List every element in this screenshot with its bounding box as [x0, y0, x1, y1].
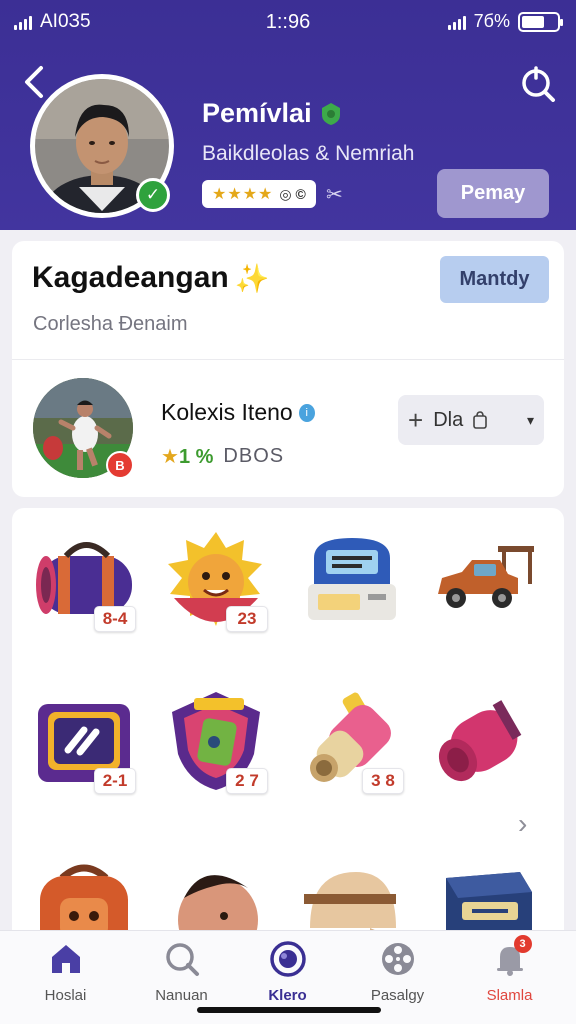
grid-item[interactable]: 23: [164, 528, 268, 632]
bag-icon: [473, 411, 488, 429]
quantity-badge: 8-4: [94, 606, 136, 632]
status-right: 7б%: [447, 11, 563, 32]
notification-badge: 3: [513, 935, 532, 953]
rating-extra: ◎ ©: [279, 185, 306, 202]
quantity-badge: 2 7: [226, 768, 268, 794]
search-icon: [162, 939, 202, 979]
item-name[interactable]: Kolexis Iteno i: [161, 399, 315, 426]
search-icon: [522, 66, 555, 102]
nav-item-search[interactable]: Nanuan: [124, 939, 239, 1009]
wifi-bars-icon: [447, 14, 466, 30]
star-rating: ★★★★: [212, 186, 274, 203]
pay-button[interactable]: Pemay: [437, 169, 549, 218]
trophy-icon: ★: [161, 446, 179, 468]
nav-item-gallery[interactable]: Pasalgy: [340, 939, 455, 1009]
home-icon: [46, 939, 86, 979]
nav-label: Nanuan: [155, 987, 208, 1004]
item-badge-icon: B: [106, 451, 134, 479]
divider: [12, 359, 564, 360]
dropdown-label: Dla: [433, 408, 464, 431]
scissors-icon[interactable]: ✂: [326, 182, 343, 207]
ticket-machine-icon: [308, 538, 396, 620]
sparkle-icon: ✨: [234, 262, 270, 294]
plus-icon: +: [408, 404, 424, 435]
grid-item[interactable]: 3 8: [300, 690, 404, 794]
ring-icon: [268, 939, 308, 979]
profile-name-text: Pemívlai: [202, 98, 312, 128]
quantity-badge: 2-1: [94, 768, 136, 794]
nav-label: Pasalgy: [370, 987, 425, 1004]
film-reel-icon: [378, 939, 418, 979]
profile-avatar[interactable]: ✓: [30, 74, 174, 218]
nav-item-alerts[interactable]: 3 Slamla: [452, 935, 567, 1009]
nav-label: Klero: [268, 987, 307, 1004]
search-button[interactable]: [516, 62, 560, 106]
quantity-badge: 3 8: [362, 768, 404, 794]
grid-item[interactable]: 2-1: [32, 690, 136, 794]
manage-button[interactable]: Mantdy: [440, 256, 549, 303]
item-percent: ★1 %: [161, 444, 213, 469]
info-icon: i: [298, 403, 315, 422]
battery-percent: 7б%: [473, 11, 510, 31]
item-stats: ★1 % DBOS: [161, 444, 284, 469]
item-percent-text: 1 %: [178, 446, 214, 468]
verified-check-icon: ✓: [136, 178, 170, 212]
item-name-text: Kolexis Iteno: [161, 399, 293, 425]
add-dropdown[interactable]: + Dla ▾: [398, 395, 544, 445]
toy-car-icon: [438, 546, 534, 608]
battery-icon: [518, 11, 563, 32]
section-card: Kagadeangan ✨ Corlesha Đenaim Mantdy B K…: [12, 241, 564, 497]
chevron-right-icon[interactable]: ›: [518, 808, 527, 840]
chevron-down-icon: ▾: [526, 411, 534, 428]
quantity-badge: 23: [226, 606, 268, 632]
section-subtitle: Corlesha Đenaim: [33, 313, 188, 335]
grid-item[interactable]: 8-4: [32, 528, 136, 632]
profile-header: AI0З5 1::96 7б% ✓ Pemívlai Baikdleolas &…: [0, 0, 576, 230]
grid-item[interactable]: [300, 528, 404, 632]
back-button[interactable]: [16, 62, 52, 102]
section-title-text: Kagadeangan: [32, 261, 229, 294]
section-title: Kagadeangan ✨: [32, 261, 270, 295]
home-indicator[interactable]: [197, 1007, 381, 1013]
inventory-grid: 8-4 23 2-1 2 7 3 8 ›: [12, 508, 564, 948]
grid-item[interactable]: 2 7: [164, 690, 268, 794]
shield-badge-icon: [321, 102, 340, 125]
nav-label: Slamla: [486, 987, 533, 1004]
item-stat-label: DBOS: [223, 445, 285, 467]
nav-item-klero[interactable]: Klero: [230, 939, 345, 1009]
grid-item[interactable]: [432, 690, 536, 794]
bell-icon: 3: [490, 935, 532, 979]
profile-subtitle: Baikdleolas & Nemriah: [202, 142, 415, 165]
grid-item[interactable]: [432, 528, 536, 632]
rolled-mat-icon: [438, 700, 522, 782]
profile-name: Pemívlai: [202, 98, 342, 129]
nav-item-home[interactable]: Hoslai: [8, 939, 123, 1009]
chevron-left-icon: [25, 66, 43, 98]
nav-label: Hoslai: [44, 987, 87, 1004]
status-bar: AI0З5 1::96 7б%: [0, 0, 576, 44]
rating-pill: ★★★★ ◎ ©: [202, 180, 316, 208]
